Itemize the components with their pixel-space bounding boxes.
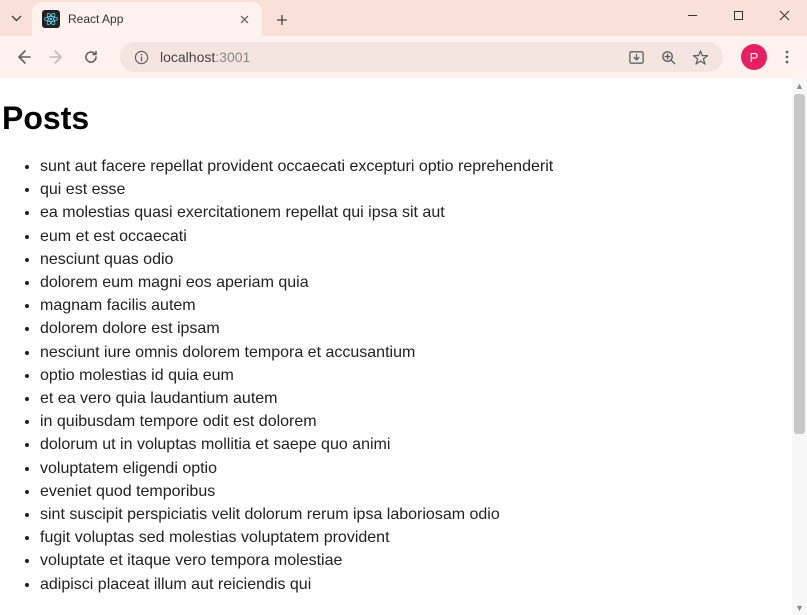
react-favicon-icon	[42, 10, 60, 28]
zoom-icon[interactable]	[657, 46, 679, 68]
address-bar[interactable]: localhost:3001	[120, 42, 723, 72]
list-item: voluptate et itaque vero tempora molesti…	[40, 549, 807, 572]
titlebar: React App	[0, 0, 807, 36]
list-item: ea molestias quasi exercitationem repell…	[40, 201, 807, 224]
list-item: eum et est occaecati	[40, 225, 807, 248]
list-item: dolorum ut in voluptas mollitia et saepe…	[40, 433, 807, 456]
site-info-icon[interactable]	[132, 48, 150, 66]
tab-title: React App	[68, 12, 236, 26]
close-window-button[interactable]	[761, 0, 807, 30]
page-viewport: Posts sunt aut facere repellat provident…	[0, 78, 807, 615]
new-tab-button[interactable]	[268, 6, 296, 34]
tab-search-button[interactable]	[0, 0, 32, 36]
page-title: Posts	[2, 100, 807, 137]
menu-button[interactable]	[775, 50, 799, 64]
list-item: in quibusdam tempore odit est dolorem	[40, 410, 807, 433]
forward-button[interactable]	[42, 42, 72, 72]
scroll-down-arrow-icon[interactable]: ▼	[792, 600, 807, 615]
list-item: eveniet quod temporibus	[40, 480, 807, 503]
maximize-button[interactable]	[715, 0, 761, 30]
reload-button[interactable]	[76, 42, 106, 72]
list-item: qui est esse	[40, 178, 807, 201]
back-button[interactable]	[8, 42, 38, 72]
url-text: localhost:3001	[160, 49, 250, 65]
scroll-up-arrow-icon[interactable]: ▲	[792, 78, 807, 93]
list-item: et ea vero quia laudantium autem	[40, 387, 807, 410]
list-item: sunt aut facere repellat provident occae…	[40, 155, 807, 178]
tab-close-button[interactable]	[236, 11, 252, 27]
list-item: optio molestias id quia eum	[40, 364, 807, 387]
profile-initial: P	[750, 50, 759, 65]
posts-list: sunt aut facere repellat provident occae…	[0, 155, 807, 596]
list-item: dolorem eum magni eos aperiam quia	[40, 271, 807, 294]
url-host: localhost	[160, 49, 215, 65]
scrollbar-thumb[interactable]	[794, 94, 805, 434]
list-item: voluptatem eligendi optio	[40, 457, 807, 480]
window-controls	[669, 0, 807, 36]
list-item: sint suscipit perspiciatis velit dolorum…	[40, 503, 807, 526]
toolbar: localhost:3001 P	[0, 36, 807, 78]
profile-avatar[interactable]: P	[741, 44, 767, 70]
list-item: dolorem dolore est ipsam	[40, 317, 807, 340]
minimize-button[interactable]	[669, 0, 715, 30]
list-item: adipisci placeat illum aut reiciendis qu…	[40, 573, 807, 596]
install-app-icon[interactable]	[625, 46, 647, 68]
list-item: fugit voluptas sed molestias voluptatem …	[40, 526, 807, 549]
bookmark-star-icon[interactable]	[689, 46, 711, 68]
list-item: nesciunt quas odio	[40, 248, 807, 271]
list-item: magnam facilis autem	[40, 294, 807, 317]
scrollbar-track[interactable]: ▲ ▼	[792, 78, 807, 615]
page-content: Posts sunt aut facere repellat provident…	[0, 78, 807, 615]
list-item: nesciunt iure omnis dolorem tempora et a…	[40, 341, 807, 364]
browser-tab[interactable]: React App	[32, 2, 262, 36]
url-port: :3001	[215, 49, 250, 65]
